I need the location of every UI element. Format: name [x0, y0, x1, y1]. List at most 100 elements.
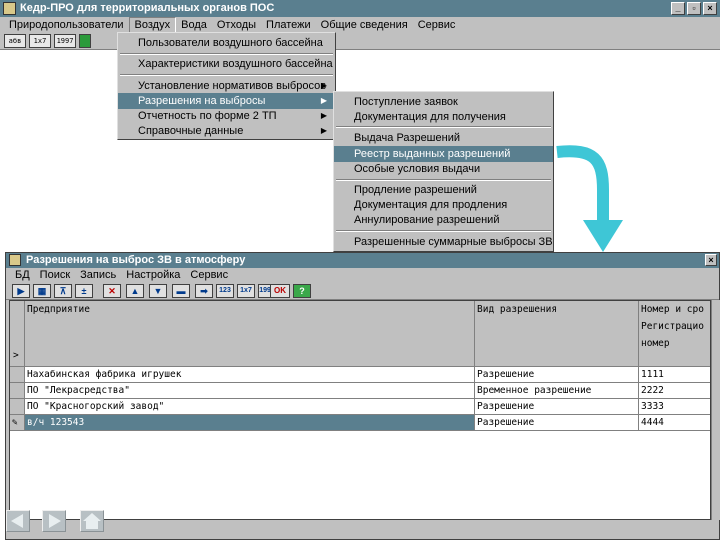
back-arrow-icon[interactable]: [6, 510, 30, 532]
row-indicator[interactable]: [10, 383, 25, 399]
edit-pencil-icon[interactable]: ✎: [10, 415, 25, 431]
menu-db[interactable]: БД: [10, 268, 35, 282]
menu-air[interactable]: Воздух: [128, 17, 177, 33]
menu-item-label: Справочные данные: [138, 125, 244, 137]
menu-water[interactable]: Вода: [176, 17, 212, 33]
menu-item-label: Разрешения на выбросы: [138, 95, 266, 107]
abc-button[interactable]: абв: [4, 34, 26, 48]
current-row-marker: >: [13, 350, 19, 361]
menu-item-label: Аннулирование разрешений: [354, 214, 500, 226]
menu-item-label: Разрешенные суммарные выбросы ЗВ: [354, 236, 553, 248]
restore-button[interactable]: ▫: [687, 2, 701, 15]
submenu-item-total-emissions[interactable]: Разрешенные суммарные выбросы ЗВ: [334, 234, 553, 250]
menu-service[interactable]: Сервис: [413, 17, 461, 33]
permits-window: Разрешения на выброс ЗВ в атмосферу × БД…: [5, 252, 720, 540]
home-icon[interactable]: [80, 510, 104, 532]
ok-button[interactable]: OK: [270, 284, 290, 298]
menu-users[interactable]: Природопользователи: [4, 17, 129, 33]
table-cell[interactable]: 1111: [639, 367, 710, 383]
grid-view-icon[interactable]: ▦: [33, 284, 51, 298]
menu-separator: [120, 53, 333, 55]
column-header-permit-type[interactable]: Вид разрешения: [475, 301, 639, 367]
submenu-item-annulment[interactable]: Аннулирование разрешений: [334, 212, 553, 228]
permits-window-title: Разрешения на выброс ЗВ в атмосферу: [26, 254, 246, 266]
table-cell[interactable]: ПО "Красногорский завод": [25, 399, 475, 415]
minimize-button[interactable]: _: [671, 2, 685, 15]
delete-record-icon[interactable]: ✕: [103, 284, 121, 298]
menu-item-label: Отчетность по форме 2 ТП: [138, 110, 277, 122]
sort-up-icon[interactable]: ▲: [126, 284, 144, 298]
submenu-item-special-conditions[interactable]: Особые условия выдачи: [334, 161, 553, 177]
exit-icon[interactable]: [79, 34, 91, 48]
app-title: Кедр-ПРО для территориальных органов ПОС: [20, 2, 275, 14]
column-header-line: Номер и сро: [641, 304, 704, 315]
submenu-item-extension-docs[interactable]: Документация для продления: [334, 197, 553, 213]
menu-item-air-characteristics[interactable]: Характеристики воздушного бассейна: [118, 56, 335, 72]
row-indicator[interactable]: [10, 399, 25, 415]
menu-item-report-2tp[interactable]: Отчетность по форме 2 ТП ▶: [118, 108, 335, 124]
curved-arrow-icon: [556, 145, 623, 252]
row-indicator[interactable]: [10, 367, 25, 383]
submenu-arrow-icon: ▶: [320, 111, 327, 120]
menu-settings[interactable]: Настройка: [121, 268, 185, 282]
table-cell[interactable]: 2222: [639, 383, 710, 399]
edit-field-icon[interactable]: ▬: [172, 284, 190, 298]
table-cell[interactable]: Разрешение: [475, 399, 639, 415]
table-cell[interactable]: Нахабинская фабрика игрушек: [25, 367, 475, 383]
add-record-icon[interactable]: ±: [75, 284, 93, 298]
numbers-button[interactable]: 123: [216, 284, 234, 298]
calc-button-2[interactable]: 1x7: [237, 284, 255, 298]
column-header-enterprise[interactable]: Предприятие: [25, 301, 475, 367]
menu-item-label: Установление нормативов выбросов: [138, 80, 327, 92]
menu-item-emission-permits[interactable]: Разрешения на выбросы ▶: [118, 93, 335, 109]
menu-waste[interactable]: Отходы: [212, 17, 261, 33]
menu-payments[interactable]: Платежи: [261, 17, 316, 33]
menu-service2[interactable]: Сервис: [185, 268, 233, 282]
submenu-item-extension[interactable]: Продление разрешений: [334, 182, 553, 198]
submenu-item-documents[interactable]: Документация для получения: [334, 109, 553, 125]
vertical-scrollbar[interactable]: [711, 300, 720, 520]
calendar-button[interactable]: 1997: [54, 34, 76, 48]
menu-item-label: Документация для продления: [354, 199, 508, 211]
app-title-bar: Кедр-ПРО для территориальных органов ПОС…: [0, 0, 720, 17]
menu-item-reference-data[interactable]: Справочные данные ▶: [118, 123, 335, 139]
window-close-button[interactable]: ×: [705, 254, 717, 266]
menu-separator: [336, 230, 551, 232]
table-cell[interactable]: Временное разрешение: [475, 383, 639, 399]
calc-button[interactable]: 1x7: [29, 34, 51, 48]
close-button[interactable]: ×: [703, 2, 717, 15]
window-icon: [9, 254, 21, 266]
next-record-icon[interactable]: ▶: [12, 284, 30, 298]
submenu-item-registry[interactable]: Реестр выданных разрешений: [334, 146, 553, 162]
permits-submenu: Поступление заявок Документация для полу…: [333, 91, 554, 252]
column-header-line: номер: [641, 338, 670, 349]
table-cell[interactable]: Разрешение: [475, 367, 639, 383]
menu-item-label: Выдача Разрешений: [354, 132, 460, 144]
menu-record[interactable]: Запись: [75, 268, 121, 282]
menu-general[interactable]: Общие сведения: [316, 17, 413, 33]
menu-item-air-users[interactable]: Пользователи воздушного бассейна: [118, 35, 335, 51]
menu-search[interactable]: Поиск: [35, 268, 75, 282]
menu-item-label: Продление разрешений: [354, 184, 477, 196]
column-header-number[interactable]: Номер и сро Регистрацио номер: [639, 301, 710, 367]
help-button[interactable]: ?: [293, 284, 311, 298]
menu-item-emission-norms[interactable]: Установление нормативов выбросов ▶: [118, 78, 335, 94]
submenu-item-applications[interactable]: Поступление заявок: [334, 94, 553, 110]
permits-window-title-bar: Разрешения на выброс ЗВ в атмосферу ×: [6, 253, 719, 268]
table-cell[interactable]: 3333: [639, 399, 710, 415]
sort-down-icon[interactable]: ▼: [149, 284, 167, 298]
table-cell[interactable]: Разрешение: [475, 415, 639, 431]
submenu-item-issue[interactable]: Выдача Разрешений: [334, 130, 553, 146]
air-dropdown-menu: Пользователи воздушного бассейна Характе…: [117, 32, 336, 140]
permits-table: > Предприятие Вид разрешения Номер и сро…: [9, 300, 711, 520]
insert-record-icon[interactable]: ⊼: [54, 284, 72, 298]
submenu-arrow-icon: ▶: [320, 126, 327, 135]
table-cell-selected[interactable]: в/ч 123543: [25, 415, 475, 431]
menu-item-label: Реестр выданных разрешений: [354, 148, 511, 160]
goto-icon[interactable]: ➡: [195, 284, 213, 298]
table-cell[interactable]: ПО "Лекрасредства": [25, 383, 475, 399]
forward-arrow-icon[interactable]: [42, 510, 66, 532]
main-menu-bar: Природопользователи Воздух Вода Отходы П…: [0, 17, 720, 33]
menu-separator: [336, 179, 551, 181]
table-cell[interactable]: 4444: [639, 415, 710, 431]
